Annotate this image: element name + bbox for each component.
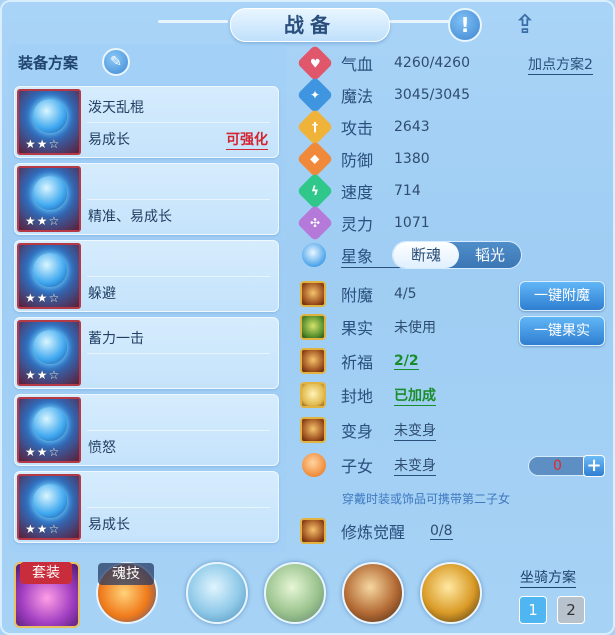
equip-sub: 躲避 xyxy=(88,286,116,302)
stat-label: 魔法 xyxy=(341,87,374,106)
equip-card-5[interactable]: ★★☆ 愤怒 xyxy=(14,394,279,466)
armor-icon: ★★☆ xyxy=(17,320,81,386)
extra-enchant: 附魔 4/5 xyxy=(298,281,417,307)
soul-skill-label: 魂技 xyxy=(98,563,154,585)
star-sign-toggle[interactable]: 断魂 韬光 xyxy=(392,241,522,269)
stat-value: 1071 xyxy=(394,215,430,231)
necklace-icon: ★★☆ xyxy=(17,243,81,309)
extra-label: 变身 xyxy=(341,422,374,441)
one-click-enchant-button[interactable]: 一键附魔 xyxy=(519,281,605,311)
shield-icon: ◆ xyxy=(296,140,334,178)
child-icon xyxy=(302,453,326,477)
equip-sub: 易成长 xyxy=(88,132,130,148)
blessing-icon xyxy=(300,348,326,374)
helmet-icon: ★★☆ xyxy=(17,166,81,232)
spirit-icon: ✣ xyxy=(296,204,334,242)
equip-card-1[interactable]: ★★☆ 泼天乱棍 易成长 可强化 xyxy=(14,86,279,158)
equip-plan-label: 装备方案 xyxy=(18,54,79,72)
transform-icon xyxy=(300,417,326,443)
equip-card-4[interactable]: ★★☆ 蓄力一击 xyxy=(14,317,279,389)
stat-speed: ϟ 速度 714 xyxy=(296,172,421,210)
extra-value[interactable]: 2/2 xyxy=(394,353,419,370)
stat-value: 2643 xyxy=(394,119,430,135)
mount-plan-2-button[interactable]: 2 xyxy=(557,596,585,624)
extra-blessing: 祈福 2/2 xyxy=(298,348,419,374)
alert-icon[interactable]: ! xyxy=(448,8,482,42)
cultivation-value[interactable]: 0/8 xyxy=(430,523,453,540)
mount-plan-1-button[interactable]: 1 xyxy=(519,596,547,624)
suit-label: 套装 xyxy=(20,562,72,584)
equip-sub: 愤怒 xyxy=(88,440,116,456)
child-counter: 0 + xyxy=(528,455,605,477)
stat-value: 714 xyxy=(394,183,421,199)
share-icon[interactable]: ⇪ xyxy=(508,8,542,42)
child-count-value: 0 xyxy=(553,458,562,474)
one-click-fruit-button[interactable]: 一键果实 xyxy=(519,316,605,346)
mount-plan-label: 坐骑方案 xyxy=(520,567,576,588)
extra-label: 果实 xyxy=(341,319,374,338)
stat-label: 灵力 xyxy=(341,215,374,234)
stat-attack: † 攻击 2643 xyxy=(296,108,430,146)
equip-card-2[interactable]: ★★☆ 精准、易成长 xyxy=(14,163,279,235)
extra-label: 子女 xyxy=(341,457,374,476)
extra-value[interactable]: 已加成 xyxy=(394,385,436,406)
cultivation-label: 修炼觉醒 xyxy=(341,523,406,542)
equip-card-6[interactable]: ★★☆ 易成长 xyxy=(14,471,279,543)
equip-sub: 易成长 xyxy=(88,517,130,533)
toggle-option-off[interactable]: 韬光 xyxy=(457,242,523,268)
sword-icon: † xyxy=(296,108,334,146)
extra-value: 未使用 xyxy=(394,320,436,336)
cultivation-row: 修炼觉醒 0/8 xyxy=(298,518,453,544)
stat-hp: ♥ 气血 4260/4260 xyxy=(296,44,470,82)
equip-sub: 精准、易成长 xyxy=(88,209,172,225)
belt-icon: ★★☆ xyxy=(17,397,81,463)
equip-name: 蓄力一击 xyxy=(88,331,144,347)
stat-label: 速度 xyxy=(341,183,374,202)
stat-star-sign: 星象 xyxy=(298,242,401,268)
stat-defense: ◆ 防御 1380 xyxy=(296,140,430,178)
extra-fruit: 果实 未使用 xyxy=(298,314,436,340)
fief-icon xyxy=(300,382,326,408)
stat-value: 1380 xyxy=(394,151,430,167)
sword-skill-icon[interactable] xyxy=(264,562,326,624)
fruit-icon xyxy=(300,314,326,340)
enchant-icon xyxy=(300,281,326,307)
extra-value[interactable]: 未变身 xyxy=(394,455,436,476)
extra-transform: 变身 未变身 xyxy=(298,417,436,443)
extra-label: 封地 xyxy=(341,387,374,406)
extra-label: 附魔 xyxy=(341,286,374,305)
speed-icon: ϟ xyxy=(296,172,334,210)
mana-icon: ✦ xyxy=(296,76,334,114)
extra-children: 子女 未变身 xyxy=(298,452,436,478)
extra-value: 4/5 xyxy=(394,286,417,302)
toggle-option-on[interactable]: 断魂 xyxy=(393,242,459,268)
stat-label: 攻击 xyxy=(341,119,374,138)
page-title: 战备 xyxy=(230,8,390,42)
plus-icon[interactable]: + xyxy=(583,455,605,477)
upgradable-tag[interactable]: 可强化 xyxy=(226,129,268,150)
stat-value: 4260/4260 xyxy=(394,55,470,71)
edit-plan-icon[interactable]: ✎ xyxy=(102,48,130,76)
stat-label: 气血 xyxy=(341,55,374,74)
fist-skill-icon[interactable] xyxy=(186,562,248,624)
stat-spirit: ✣ 灵力 1071 xyxy=(296,204,430,242)
extra-label: 祈福 xyxy=(341,353,374,372)
add-point-plan-link[interactable]: 加点方案2 xyxy=(528,54,593,75)
equip-name: 泼天乱棍 xyxy=(88,100,144,116)
warrior-skill-icon[interactable] xyxy=(420,562,482,624)
title-decoration-left xyxy=(158,20,228,23)
shield-skill-icon[interactable] xyxy=(342,562,404,624)
stat-label: 防御 xyxy=(341,151,374,170)
boots-icon: ★★☆ xyxy=(17,474,81,540)
cultivation-icon xyxy=(300,518,326,544)
extra-fief: 封地 已加成 xyxy=(298,382,436,408)
extra-value[interactable]: 未变身 xyxy=(394,420,436,441)
stat-mp: ✦ 魔法 3045/3045 xyxy=(296,76,470,114)
star-sign-icon xyxy=(302,243,326,267)
stat-value: 3045/3045 xyxy=(394,87,470,103)
weapon-icon: ★★☆ xyxy=(17,89,81,155)
equip-card-3[interactable]: ★★☆ 躲避 xyxy=(14,240,279,312)
hint-text: 穿戴时装或饰品可携带第二子女 xyxy=(342,492,511,506)
heart-icon: ♥ xyxy=(296,44,334,82)
